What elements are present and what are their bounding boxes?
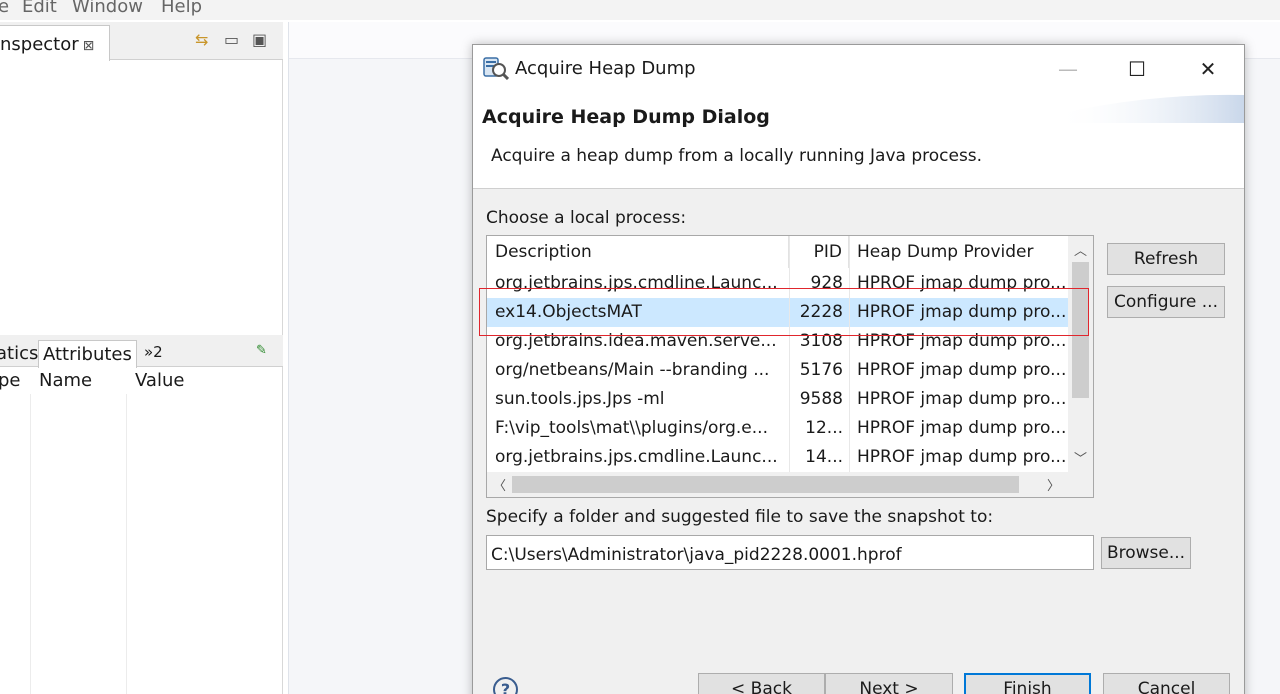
folder-label: Specify a folder and suggested file to s… <box>486 507 994 527</box>
close-icon[interactable]: ✕ <box>1193 57 1223 81</box>
menubar: e Edit Window Help <box>0 0 1280 20</box>
vertical-scrollbar[interactable]: ︿ ﹀ <box>1068 236 1093 472</box>
refresh-button[interactable]: Refresh <box>1107 243 1225 275</box>
scroll-down-icon[interactable]: ﹀ <box>1068 448 1093 467</box>
tab-statics[interactable]: atics <box>0 340 38 368</box>
minimize-icon[interactable]: — <box>1053 57 1083 81</box>
process-table[interactable]: Description PID Heap Dump Provider org.j… <box>486 235 1094 498</box>
back-button[interactable]: < Back <box>698 673 825 694</box>
menu-file[interactable]: e <box>0 0 9 17</box>
tab-inspector[interactable]: nspector ⊠ <box>0 25 110 61</box>
process-pid: 14... <box>805 447 843 467</box>
maximize-view-icon[interactable]: ▣ <box>252 30 267 49</box>
table-row[interactable]: F:\vip_tools\mat\\plugins/org.e... 12...… <box>487 414 1068 443</box>
column-divider <box>30 394 31 694</box>
horizontal-scroll-thumb[interactable] <box>512 476 1019 493</box>
more-tabs-chevron[interactable]: »2 <box>144 340 163 368</box>
column-divider <box>789 236 790 472</box>
snapshot-path-input[interactable] <box>486 535 1094 570</box>
column-value[interactable]: Value <box>135 370 184 391</box>
maximize-icon[interactable]: ☐ <box>1122 57 1152 81</box>
inspector-tabbar: nspector ⊠ ⇆ ▭ ▣ <box>0 22 283 61</box>
configure-button[interactable]: Configure ... <box>1107 286 1225 318</box>
process-provider: HPROF jmap dump pro... <box>857 418 1067 438</box>
scroll-left-icon[interactable]: 〈 <box>487 475 512 494</box>
column-description[interactable]: Description <box>487 236 789 268</box>
table-row[interactable]: org.jetbrains.jps.cmdline.Launc... 14...… <box>487 443 1068 472</box>
table-row[interactable]: org/netbeans/Main --branding ... 5176 HP… <box>487 356 1068 385</box>
table-row[interactable]: sun.tools.jps.Jps -ml 9588 HPROF jmap du… <box>487 385 1068 414</box>
heap-dump-icon <box>483 57 509 80</box>
pin-icon[interactable]: ✎ <box>256 340 267 368</box>
horizontal-scrollbar[interactable]: 〈 〉 <box>487 472 1068 497</box>
scroll-up-icon[interactable]: ︿ <box>1068 240 1093 259</box>
column-provider[interactable]: Heap Dump Provider <box>849 236 1068 268</box>
menu-help[interactable]: Help <box>161 0 202 17</box>
process-description: org/netbeans/Main --branding ... <box>495 360 770 380</box>
close-icon[interactable]: ⊠ <box>83 38 95 54</box>
process-description: sun.tools.jps.Jps -ml <box>495 389 665 409</box>
column-pid[interactable]: PID <box>789 236 849 268</box>
process-pid: 5176 <box>799 360 843 380</box>
finish-button[interactable]: Finish <box>964 673 1091 694</box>
acquire-heap-dump-dialog: Acquire Heap Dump — ☐ ✕ Acquire Heap Dum… <box>472 44 1245 694</box>
column-type[interactable]: pe <box>0 370 21 391</box>
tab-attributes[interactable]: Attributes <box>38 340 137 368</box>
process-provider: HPROF jmap dump pro... <box>857 360 1067 380</box>
banner-title: Acquire Heap Dump Dialog <box>482 106 770 128</box>
column-name[interactable]: Name <box>39 370 92 391</box>
selection-highlight-box <box>479 288 1089 336</box>
choose-process-label: Choose a local process: <box>486 208 687 228</box>
process-provider: HPROF jmap dump pro... <box>857 389 1067 409</box>
scroll-corner <box>1068 472 1093 497</box>
sync-icon[interactable]: ⇆ <box>195 30 208 49</box>
cancel-button[interactable]: Cancel <box>1103 673 1230 694</box>
process-description: F:\vip_tools\mat\\plugins/org.e... <box>495 418 768 438</box>
menu-edit[interactable]: Edit <box>22 0 57 17</box>
next-button[interactable]: Next > <box>825 673 953 694</box>
process-provider: HPROF jmap dump pro... <box>857 447 1067 467</box>
column-divider <box>849 236 850 472</box>
browse-button[interactable]: Browse... <box>1101 537 1191 569</box>
attributes-tabbar: atics Attributes »2 ✎ <box>0 335 283 368</box>
help-icon[interactable]: ? <box>493 677 518 694</box>
scroll-right-icon[interactable]: 〉 <box>1041 475 1066 494</box>
banner-description: Acquire a heap dump from a locally runni… <box>491 146 983 166</box>
process-description: org.jetbrains.jps.cmdline.Launc... <box>495 447 778 467</box>
banner-graphic-icon <box>1054 94 1244 123</box>
inspector-panel: nspector ⊠ ⇆ ▭ ▣ atics Attributes »2 ✎ pe… <box>0 22 283 694</box>
process-pid: 12... <box>805 418 843 438</box>
table-header: Description PID Heap Dump Provider <box>487 236 1068 268</box>
dialog-titlebar[interactable]: Acquire Heap Dump — ☐ ✕ <box>473 45 1244 93</box>
dialog-banner: Acquire Heap Dump Dialog Acquire a heap … <box>473 93 1244 189</box>
minimize-view-icon[interactable]: ▭ <box>224 30 239 49</box>
dialog-title: Acquire Heap Dump <box>515 58 696 79</box>
menu-window[interactable]: Window <box>72 0 143 17</box>
process-pid: 9588 <box>799 389 843 409</box>
column-divider <box>126 394 127 694</box>
tab-inspector-label: nspector <box>0 34 79 55</box>
